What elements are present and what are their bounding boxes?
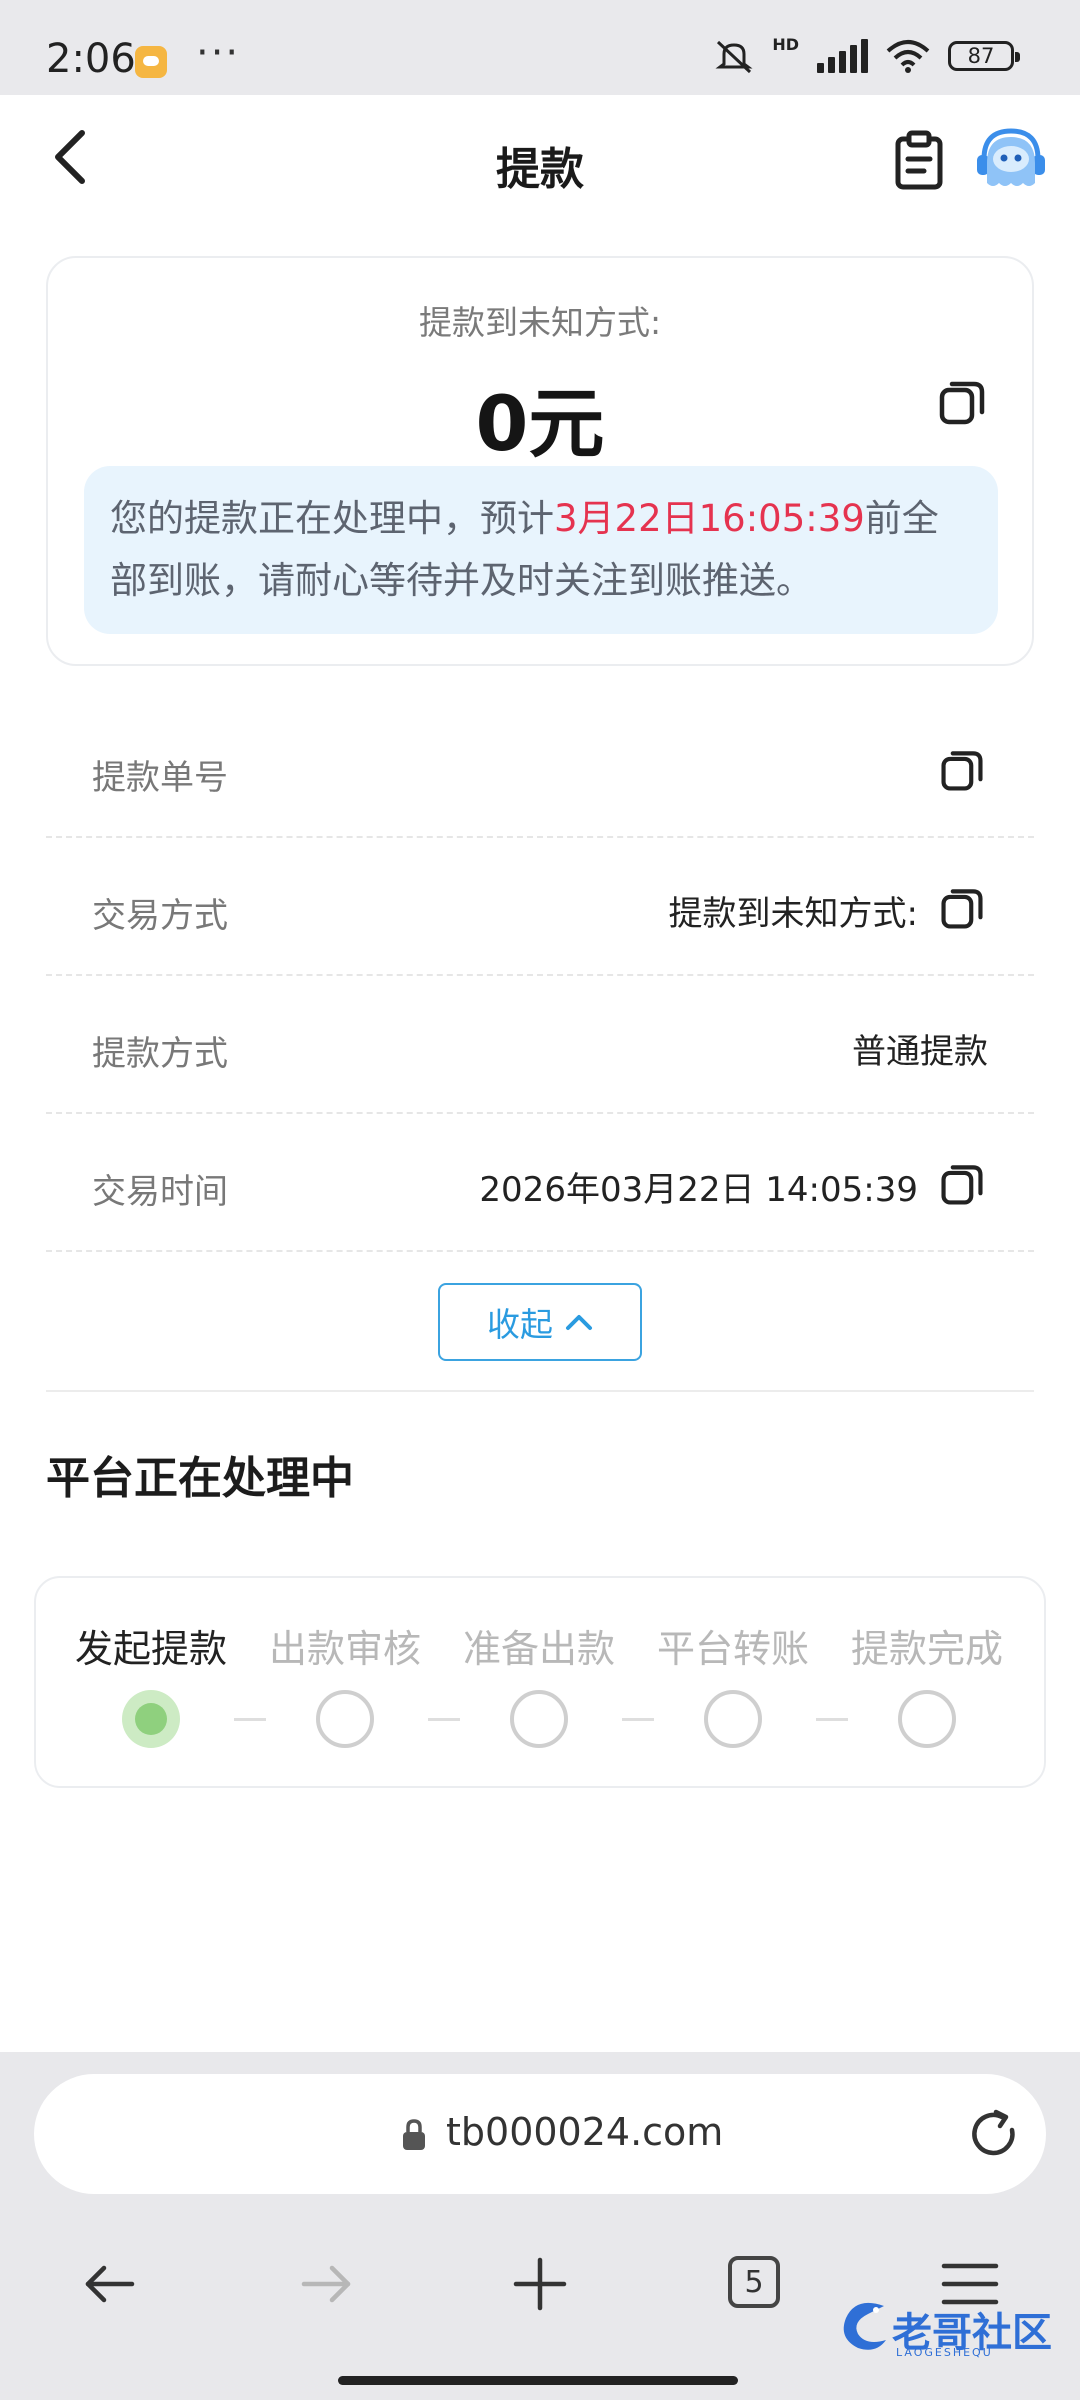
collapse-button[interactable]: 收起: [438, 1283, 642, 1361]
customer-service-icon[interactable]: [974, 123, 1048, 195]
step-label: 出款审核: [268, 1627, 421, 1671]
reload-icon[interactable]: [966, 2106, 1022, 2162]
progress-steps-card: 发起提款 出款审核 准备出款 平台转账 提款完成: [34, 1576, 1046, 1788]
status-bar: 2:06 ··· HD 87: [0, 0, 1080, 95]
step-initiate: 发起提款: [61, 1618, 241, 1673]
step-connector: [622, 1718, 654, 1721]
step-indicator-active: [122, 1690, 180, 1748]
withdrawal-summary-card: 提款到未知方式: 0元 您的提款正在处理中，预计3月22日16:05:39前全部…: [46, 256, 1034, 666]
step-label: 平台转账: [656, 1627, 809, 1671]
detail-row-transaction-time: 交易时间 2026年03月22日 14:05:39: [46, 1114, 1034, 1252]
clipboard-icon[interactable]: [888, 129, 950, 191]
battery-level: 87: [967, 44, 995, 68]
step-connector: [816, 1718, 848, 1721]
step-indicator: [704, 1690, 762, 1748]
wifi-icon: [886, 40, 930, 73]
step-indicator: [510, 1690, 568, 1748]
signal-icon: [817, 39, 868, 73]
detail-label: 交易方式: [92, 896, 228, 936]
copy-icon[interactable]: [938, 746, 986, 794]
copy-icon[interactable]: [938, 1160, 986, 1208]
status-section-title: 平台正在处理中: [46, 1453, 354, 1504]
step-connector: [428, 1718, 460, 1721]
detail-value: 普通提款: [852, 1032, 988, 1072]
new-tab-icon[interactable]: [508, 2252, 572, 2316]
more-notifications-indicator: ···: [196, 30, 241, 76]
tabs-button[interactable]: 5: [728, 2256, 780, 2308]
detail-label: 提款方式: [92, 1034, 228, 1074]
detail-row-withdrawal-type: 提款方式 普通提款: [46, 976, 1034, 1114]
notice-text-prefix: 您的提款正在处理中，预计: [110, 497, 554, 540]
step-label: 准备出款: [462, 1627, 615, 1671]
watermark-subtext: LAOGESHEQU: [896, 2346, 993, 2359]
detail-label: 提款单号: [92, 758, 228, 798]
section-divider: [46, 1390, 1034, 1392]
step-review: 出款审核: [255, 1618, 435, 1673]
chevron-up-icon: [566, 1315, 592, 1330]
lock-icon: [403, 2119, 425, 2150]
step-label: 发起提款: [74, 1627, 227, 1671]
url-text: tb000024.com: [446, 2110, 724, 2154]
withdrawal-amount: 0元: [475, 379, 605, 468]
step-indicator: [316, 1690, 374, 1748]
mute-icon: [715, 40, 753, 74]
detail-row-order-number: 提款单号: [46, 700, 1034, 838]
step-complete: 提款完成: [837, 1618, 1017, 1673]
step-connector: [234, 1718, 266, 1721]
step-transfer: 平台转账: [643, 1618, 823, 1673]
browser-forward-icon[interactable]: [294, 2252, 358, 2316]
app-header: 提款: [0, 95, 1080, 223]
browser-back-icon[interactable]: [78, 2252, 142, 2316]
home-indicator[interactable]: [338, 2376, 738, 2385]
collapse-label: 收起: [487, 1305, 553, 1344]
detail-label: 交易时间: [92, 1172, 228, 1212]
notice-estimated-time: 3月22日16:05:39: [554, 497, 865, 540]
dragon-logo-icon: [843, 2302, 886, 2350]
step-prepare: 准备出款: [449, 1618, 629, 1673]
processing-notice: 您的提款正在处理中，预计3月22日16:05:39前全部到账，请耐心等待并及时关…: [84, 466, 998, 634]
step-label: 提款完成: [850, 1627, 1003, 1671]
message-notification-icon: [135, 46, 167, 78]
address-bar[interactable]: tb000024.com: [34, 2074, 1046, 2194]
copy-icon[interactable]: [936, 376, 988, 428]
detail-value: 2026年03月22日 14:05:39: [479, 1170, 918, 1210]
detail-row-transaction-method: 交易方式 提款到未知方式:: [46, 838, 1034, 976]
watermark-logo: 老哥社区 LAOGESHEQU: [836, 2296, 1066, 2366]
step-indicator: [898, 1690, 956, 1748]
tab-count: 5: [744, 2264, 764, 2300]
hd-indicator: HD: [772, 34, 799, 54]
detail-value: 提款到未知方式:: [668, 894, 918, 934]
copy-icon[interactable]: [938, 884, 986, 932]
withdrawal-method-label: 提款到未知方式:: [418, 303, 662, 342]
status-time: 2:06: [46, 36, 136, 82]
battery-icon: 87: [948, 41, 1020, 71]
